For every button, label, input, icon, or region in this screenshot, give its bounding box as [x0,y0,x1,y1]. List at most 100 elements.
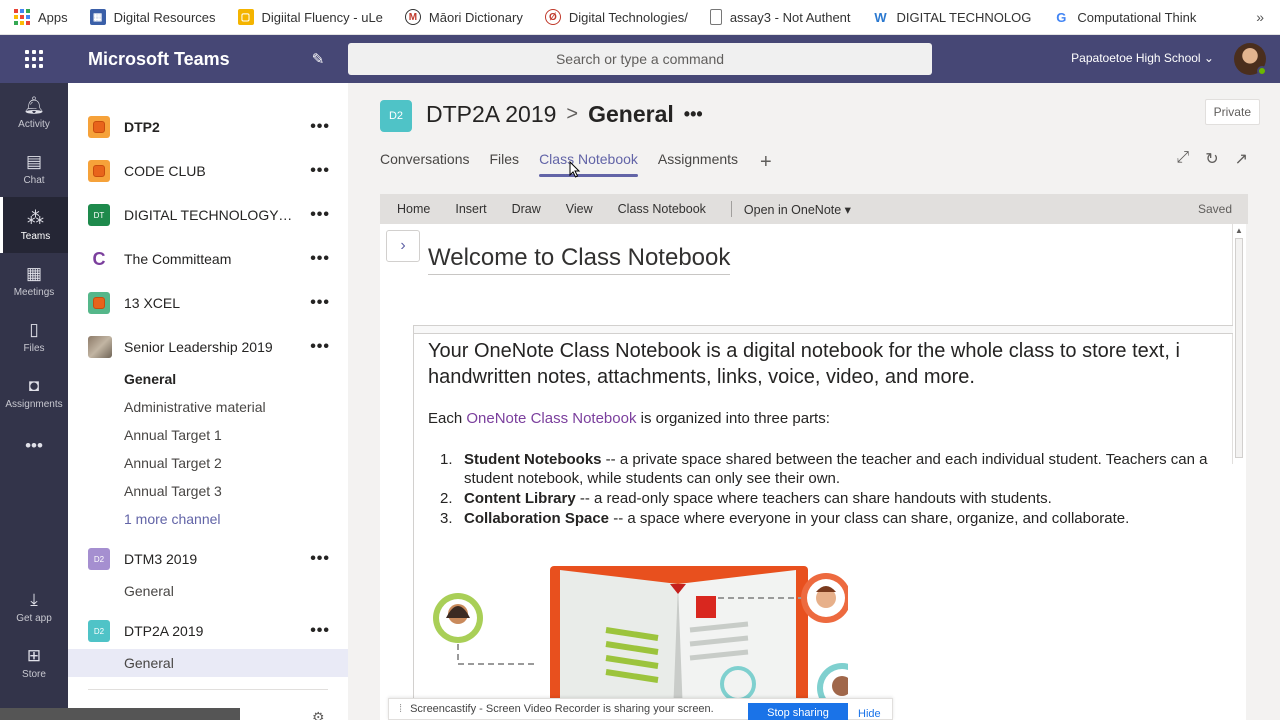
team-avatar [88,336,112,358]
team-dtm3-2019[interactable]: D2 DTM3 2019 ••• [68,539,348,579]
intro-line: handwritten notes, attachments, links, v… [428,366,975,388]
hide-button[interactable]: Hide [858,708,881,720]
ribbon-view[interactable]: View [566,202,593,216]
rail-label: Get app [16,613,52,624]
bookmark-label: Digital Resources [113,9,216,25]
rail-label: Activity [18,119,50,130]
more-options-icon[interactable]: ••• [310,622,330,640]
more-options-icon[interactable]: ••• [310,118,330,136]
tab-conversations[interactable]: Conversations [380,151,470,173]
team-senior-leadership[interactable]: Senior Leadership 2019 ••• [68,327,348,367]
expand-icon[interactable]: ⤢ [1176,149,1189,169]
app-launcher-icon[interactable] [0,50,68,68]
bookmark-blue-icon: ▦ [89,9,106,25]
bookmark-digital-technolog[interactable]: W DIGITAL TECHNOLOG [872,9,1031,25]
add-tab-icon[interactable]: + [760,152,772,172]
list-number: 3. [440,510,453,527]
rail-activity[interactable]: 🔔︎ Activity [0,85,68,141]
team-name: The Committeam [124,251,232,267]
team-13-xcel[interactable]: 13 XCEL ••• [68,283,348,323]
private-badge: Private [1204,99,1260,125]
rail-assignments[interactable]: ◘ Assignments [0,365,68,421]
team-dtp2[interactable]: DTP2 ••• [68,107,348,147]
bookmark-maori-dictionary[interactable]: M Māori Dictionary [404,9,523,25]
channel-annual-target-1[interactable]: Annual Target 1 [124,427,222,443]
more-options-icon[interactable]: ••• [310,162,330,180]
document-icon [709,9,722,25]
teams-list: DTP2 ••• CODE CLUB ••• DT DIGITAL TECHNO… [68,83,348,720]
channel-general-selected[interactable]: General [124,655,174,671]
more-options-icon[interactable]: ••• [310,294,330,312]
teams-top-bar: Microsoft Teams ✎ Search or type a comma… [0,35,1280,83]
organized-text: Each OneNote Class Notebook is organized… [428,410,830,427]
channel-annual-target-3[interactable]: Annual Target 3 [124,483,222,499]
rail-more[interactable]: ••• [0,419,68,475]
team-avatar: D2 [88,548,110,570]
open-external-icon[interactable]: ↗ [1235,149,1248,169]
list-item: 1. Student Notebooks -- a private space … [428,450,1246,488]
drag-handle-icon[interactable]: ⁞ [399,703,402,715]
rail-teams[interactable]: ⁂ Teams [0,197,68,253]
team-code-club[interactable]: CODE CLUB ••• [68,151,348,191]
breadcrumb: DTP2A 2019 > General ••• [426,101,703,128]
rail-label: Chat [23,175,45,186]
open-in-onenote-button[interactable]: Open in OneNote ▾ [744,202,851,217]
notebook-page-title[interactable]: Welcome to Class Notebook [428,244,731,275]
avatar[interactable] [1234,43,1267,76]
bookmark-digital-fluency[interactable]: ▢ Digiital Fluency - uLe [237,9,383,25]
more-options-icon[interactable]: ••• [310,250,330,268]
channel-general[interactable]: General [124,371,176,387]
bookmark-digital-technologies[interactable]: Ø Digital Technologies/ [544,9,688,25]
bookmark-computational-thinking[interactable]: G Computational Think [1053,9,1196,25]
ribbon-draw[interactable]: Draw [512,202,541,216]
intro-text: Your OneNote Class Notebook is a digital… [428,338,1246,390]
rail-store[interactable]: ⊞ Store [0,635,68,691]
tab-files[interactable]: Files [490,151,520,173]
ribbon-home[interactable]: Home [397,202,430,216]
tab-assignments[interactable]: Assignments [658,151,738,173]
team-name: DTP2 [124,119,160,135]
part-text: -- a private space shared between the te… [601,451,1208,468]
rail-meetings[interactable]: ▦ Meetings [0,253,68,309]
scroll-up-icon[interactable]: ▲ [1235,226,1243,235]
compose-icon[interactable]: ✎ [288,50,348,68]
organization-switcher[interactable]: Papatoetoe High School ⌄ [1071,51,1214,65]
more-options-icon[interactable]: ••• [684,104,703,125]
bookmark-digital-resources[interactable]: ▦ Digital Resources [89,9,216,25]
team-dtp2a-2019[interactable]: D2 DTP2A 2019 ••• [68,611,348,651]
part-text: student notebook, while students can onl… [464,470,841,487]
list-item: 2. Content Library -- a read-only space … [428,489,1246,508]
rail-files[interactable]: ▯ Files [0,309,68,365]
refresh-icon[interactable]: ↻ [1205,149,1218,169]
onenote-class-notebook-link[interactable]: OneNote Class Notebook [466,410,636,427]
onenote-ribbon: Home Insert Draw View Class Notebook Ope… [380,194,1248,224]
channel-general[interactable]: General [124,583,174,599]
bookmark-apps[interactable]: Apps [14,9,68,25]
rail-get-app[interactable]: ⤓ Get app [0,579,68,635]
breadcrumb-team[interactable]: DTP2A 2019 [426,101,556,128]
bookmark-yellow-icon: ▢ [237,9,254,25]
bookmark-assay3[interactable]: assay3 - Not Authent [709,9,851,25]
tab-class-notebook[interactable]: Class Notebook [539,151,638,177]
divider [88,689,328,690]
more-options-icon[interactable]: ••• [310,206,330,224]
channel-administrative-material[interactable]: Administrative material [124,399,266,415]
ribbon-insert[interactable]: Insert [455,202,486,216]
search-input[interactable]: Search or type a command [348,43,932,75]
more-options-icon[interactable]: ••• [310,338,330,356]
channel-annual-target-2[interactable]: Annual Target 2 [124,455,222,471]
stop-sharing-button[interactable]: Stop sharing [748,703,848,720]
ribbon-divider [730,201,732,217]
more-options-icon[interactable]: ••• [310,550,330,568]
app-title: Microsoft Teams [88,48,230,69]
ribbon-class-notebook[interactable]: Class Notebook [618,202,706,216]
tab-actions: ⤢ ↻ ↗ [1176,149,1248,169]
expand-navigation-button[interactable]: › [386,230,420,262]
team-digital-technology[interactable]: DT DIGITAL TECHNOLOGY A... ••• [68,195,348,235]
bookmarks-overflow-icon[interactable]: » [1256,9,1264,25]
team-committeam[interactable]: C The Committeam ••• [68,239,348,279]
more-channels-link[interactable]: 1 more channel [124,511,221,527]
gear-icon[interactable]: ⚙ [312,709,325,720]
rail-chat[interactable]: ▤ Chat [0,141,68,197]
note-container-handle[interactable] [414,326,1233,334]
